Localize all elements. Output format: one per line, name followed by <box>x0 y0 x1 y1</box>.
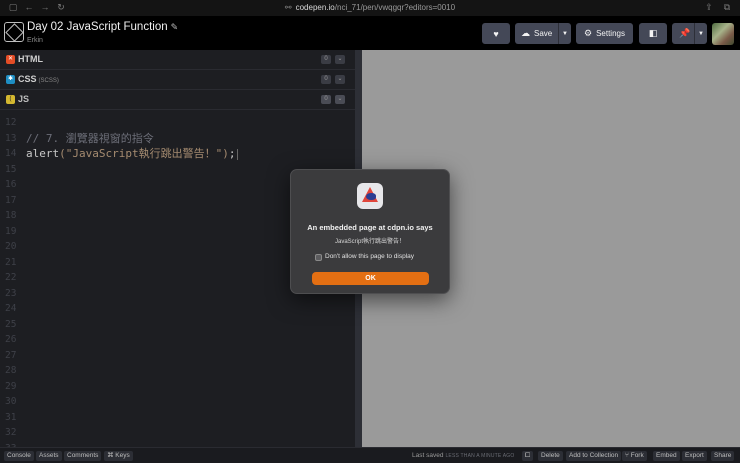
settings-label: Settings <box>596 29 625 38</box>
line-number: 30 <box>5 396 17 407</box>
line-number: 23 <box>5 287 17 299</box>
link-icon: ⚯ <box>284 3 292 12</box>
css-counter: 0 <box>321 75 331 84</box>
js-editor-header[interactable]: ( JS 0 ⌄ <box>0 90 355 110</box>
export-button[interactable]: Export <box>682 451 707 461</box>
keys-button[interactable]: ⌘ Keys <box>104 451 133 461</box>
css-icon: ✱ <box>6 75 15 84</box>
add-to-collection-button[interactable]: Add to Collection <box>566 451 622 461</box>
line-number: 31 <box>5 411 17 423</box>
line-number: 15 <box>5 163 17 175</box>
dialog-title: An embedded page at cdpn.io says <box>307 223 433 232</box>
js-icon: ( <box>6 95 15 104</box>
dialog-message: JavaScript執行跳出警告！ <box>334 239 405 245</box>
save-dropdown-chevron-icon[interactable]: ▼ <box>558 23 571 44</box>
line-number: 22 <box>5 272 17 283</box>
url-path: /nci_71/pen/vwqgqr?editors=0010 <box>334 3 456 12</box>
line-number: 26 <box>5 334 17 345</box>
line-number: 21 <box>5 256 17 268</box>
line-number: 14 <box>5 148 17 159</box>
codepen-window: ▢ ← → ↻ ⚯ codepen.io/nci_71/pen/vwqgqr?ed… <box>0 0 740 463</box>
pen-header: Day 02 JavaScript Function ✎ Erkin ♥ ☁ Sa… <box>0 16 740 50</box>
line-number: 20 <box>5 241 17 252</box>
line-number: 17 <box>5 194 17 206</box>
dont-allow-label[interactable]: Don't allow this page to display <box>325 253 414 260</box>
line-number: 27 <box>5 349 17 361</box>
url-host: codepen.io <box>295 3 335 12</box>
dont-allow-checkbox[interactable] <box>315 254 322 261</box>
pen-footer: Console Assets Comments ⌘ Keys Last save… <box>0 447 740 463</box>
cloud-icon: ☁ <box>521 28 530 38</box>
address-bar[interactable]: ⚯ codepen.io/nci_71/pen/vwqgqr?editors=00… <box>0 3 740 12</box>
text-cursor <box>237 148 239 160</box>
editor-name-css: CSS (SCSS) <box>18 74 59 84</box>
edit-pencil-icon[interactable]: ✎ <box>171 22 179 32</box>
js-counter: 0 <box>321 95 331 104</box>
codepen-logo-icon[interactable] <box>4 22 24 42</box>
layout-icon: ◧ <box>648 28 658 38</box>
codepen-app-icon <box>357 183 383 209</box>
embed-button[interactable]: Embed <box>653 451 680 461</box>
pen-author[interactable]: Erkin <box>27 37 43 44</box>
editor-name-js: JS <box>18 94 30 104</box>
save-label: Save <box>534 29 553 38</box>
share-button[interactable]: Share <box>711 451 735 461</box>
line-number: 13 <box>5 132 17 144</box>
editor-name-html: HTML <box>18 54 43 64</box>
delete-button[interactable]: Delete <box>538 451 563 461</box>
line-number: 19 <box>5 225 17 237</box>
html-counter: 0 <box>321 55 331 64</box>
assets-button[interactable]: Assets <box>36 451 62 461</box>
js-options-chevron-icon[interactable]: ⌄ <box>335 95 345 104</box>
love-button[interactable]: ♥ <box>482 23 510 44</box>
browser-toolbar: ▢ ← → ↻ ⚯ codepen.io/nci_71/pen/vwqgqr?ed… <box>0 0 740 16</box>
tabs-icon[interactable]: ⧉ <box>720 2 734 13</box>
line-number: 25 <box>5 318 17 330</box>
code-comment: // 7. 瀏覽器視窗的指令 <box>26 131 154 145</box>
code-statement: alert("JavaScript執行跳出警告！"); <box>26 147 239 161</box>
pin-icon: 📌 <box>679 28 691 38</box>
html-editor-header[interactable]: ✕ HTML 0 ⌄ <box>0 50 355 70</box>
pin-dropdown-chevron-icon[interactable]: ▼ <box>694 23 707 44</box>
line-number: 28 <box>5 365 17 376</box>
line-number: 18 <box>5 210 17 221</box>
fork-button[interactable]: ⑂ Fork <box>622 451 647 461</box>
line-number: 16 <box>5 179 17 190</box>
html-options-chevron-icon[interactable]: ⌄ <box>335 55 345 64</box>
css-options-chevron-icon[interactable]: ⌄ <box>335 75 345 84</box>
line-number: 32 <box>5 427 17 438</box>
gear-icon: ⚙ <box>584 28 593 38</box>
heart-icon: ♥ <box>493 28 499 39</box>
console-button[interactable]: Console <box>4 451 34 461</box>
avatar[interactable] <box>712 23 734 45</box>
html-icon: ✕ <box>6 55 15 64</box>
comments-button[interactable]: Comments <box>64 451 102 461</box>
ok-button[interactable]: OK <box>312 272 429 285</box>
code-embed-icon[interactable]: ⧠ <box>522 451 534 461</box>
line-number: 24 <box>5 303 17 314</box>
last-saved-status: Last saved LESS THAN A MINUTE AGO <box>412 452 515 459</box>
css-editor-header[interactable]: ✱ CSS (SCSS) 0 ⌄ <box>0 70 355 90</box>
alert-dialog: An embedded page at cdpn.io says JavaScr… <box>290 169 450 294</box>
line-number: 29 <box>5 380 17 392</box>
pin-button[interactable]: 📌 ▼ <box>672 23 707 44</box>
save-button[interactable]: ☁ Save ▼ <box>515 23 571 44</box>
settings-button[interactable]: ⚙ Settings <box>576 23 633 44</box>
pen-title[interactable]: Day 02 JavaScript Function ✎ <box>27 21 178 33</box>
line-number: 12 <box>5 117 17 128</box>
share-icon[interactable]: ⇪ <box>702 2 716 13</box>
change-view-button[interactable]: ◧ <box>639 23 667 44</box>
